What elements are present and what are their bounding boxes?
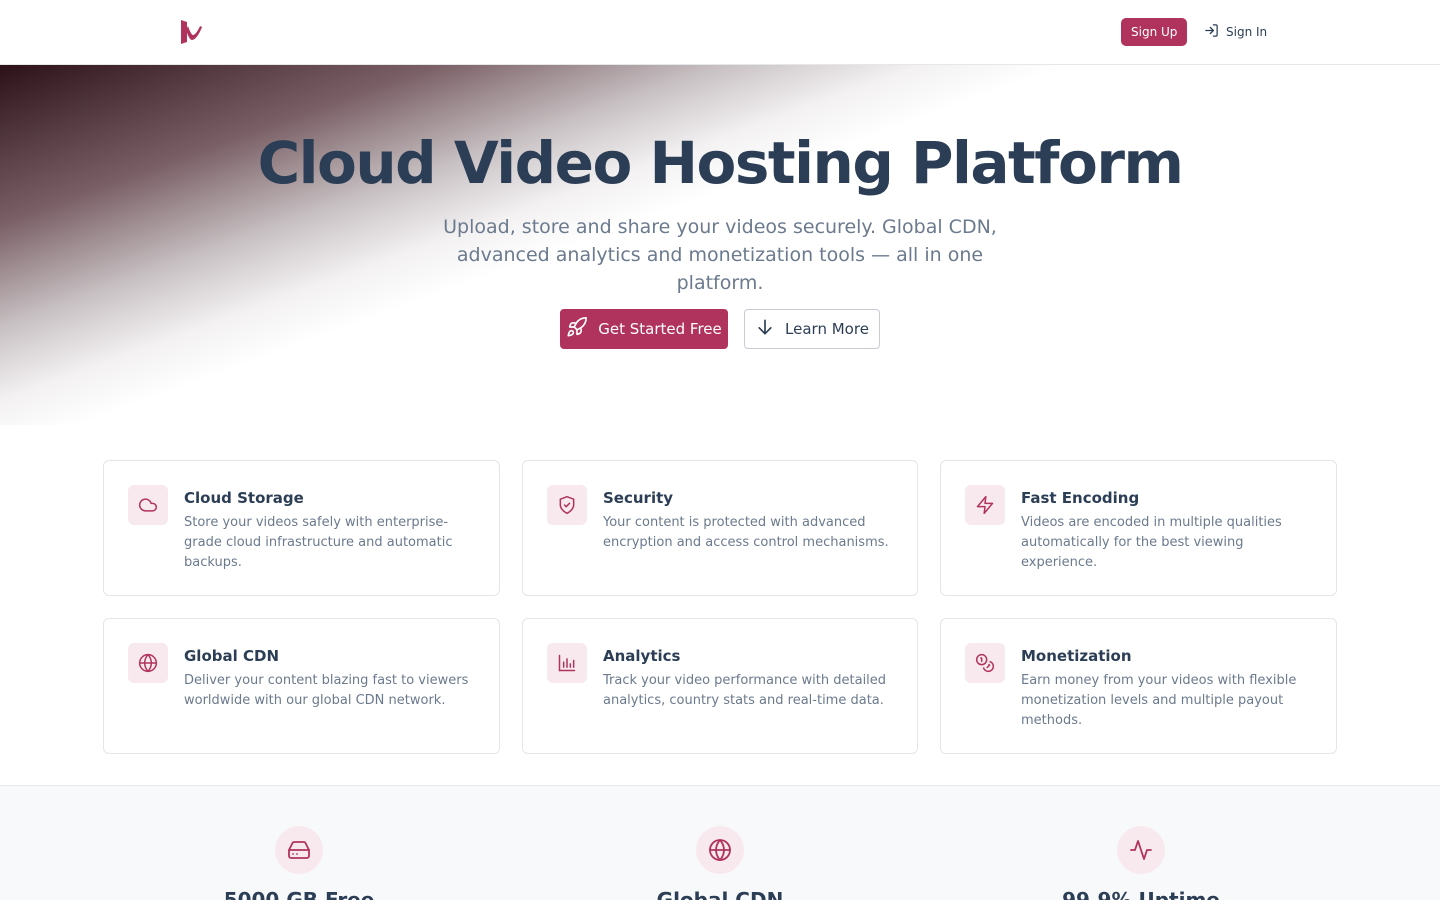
stat-storage: 5000 GB Free <box>149 826 449 900</box>
stat-cdn: Global CDN <box>570 826 870 900</box>
feature-card-analytics: Analytics Track your video performance w… <box>522 618 918 754</box>
sign-up-button[interactable]: Sign Up <box>1121 18 1188 46</box>
stats-section: 5000 GB Free Global CDN 99.9% Uptime <box>0 785 1440 900</box>
feature-description: Videos are encoded in multiple qualities… <box>1021 515 1282 570</box>
learn-more-button[interactable]: Learn More <box>744 309 880 349</box>
feature-title: Cloud Storage <box>184 489 304 507</box>
sign-in-icon <box>1204 23 1219 41</box>
rocket-icon <box>566 316 588 342</box>
feature-description: Store your videos safely with enterprise… <box>184 515 453 570</box>
feature-title: Global CDN <box>184 647 279 665</box>
feature-title: Fast Encoding <box>1021 489 1140 507</box>
feature-description: Track your video performance with detail… <box>603 673 887 708</box>
top-navbar: Sign Up Sign In <box>0 0 1440 65</box>
features-grid: Cloud Storage Store your videos safely w… <box>103 460 1337 754</box>
cloud-icon <box>128 485 168 525</box>
globe-icon <box>696 826 744 874</box>
feature-title: Analytics <box>603 647 681 665</box>
stat-label: 5000 GB Free <box>223 888 375 900</box>
lightning-icon <box>965 485 1005 525</box>
hero-subtitle: Upload, store and share your videos secu… <box>443 216 997 294</box>
sign-in-button[interactable]: Sign In <box>1204 18 1267 46</box>
feature-title: Security <box>603 489 674 507</box>
hero-title: Cloud Video Hosting Platform <box>257 129 1184 197</box>
feature-title: Monetization <box>1021 647 1132 665</box>
feature-description: Deliver your content blazing fast to vie… <box>184 673 469 708</box>
learn-more-label: Learn More <box>785 320 869 338</box>
activity-icon <box>1117 826 1165 874</box>
get-started-label: Get Started Free <box>598 320 722 338</box>
feature-card-cloud-storage: Cloud Storage Store your videos safely w… <box>103 460 500 596</box>
arrow-down-icon <box>755 317 775 341</box>
shield-check-icon <box>547 485 587 525</box>
sign-in-label: Sign In <box>1226 25 1268 39</box>
coins-icon <box>965 643 1005 683</box>
feature-card-monetization: Monetization Earn money from your videos… <box>940 618 1337 754</box>
feature-card-fast-encoding: Fast Encoding Videos are encoded in mult… <box>940 460 1337 596</box>
feature-description: Earn money from your videos with flexibl… <box>1021 673 1297 728</box>
stat-label: 99.9% Uptime <box>1062 888 1220 900</box>
hard-drive-icon <box>275 826 323 874</box>
stat-uptime: 99.9% Uptime <box>991 826 1291 900</box>
stat-label: Global CDN <box>656 888 784 900</box>
feature-description: Your content is protected with advanced … <box>603 515 889 550</box>
get-started-button[interactable]: Get Started Free <box>560 309 728 349</box>
feature-card-global-cdn: Global CDN Deliver your content blazing … <box>103 618 500 754</box>
globe-icon <box>128 643 168 683</box>
feature-card-security: Security Your content is protected with … <box>522 460 918 596</box>
hero-section: Cloud Video Hosting Platform Upload, sto… <box>0 65 1440 425</box>
logo-icon[interactable] <box>178 18 204 46</box>
bar-chart-icon <box>547 643 587 683</box>
